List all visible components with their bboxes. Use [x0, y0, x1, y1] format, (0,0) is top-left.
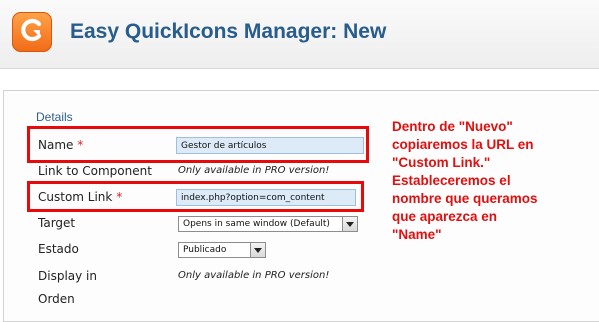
annotation-line: que aparezca en [392, 209, 498, 224]
annotation-line: copiaremos la URL en [392, 137, 534, 152]
estado-select[interactable]: Publicado [178, 242, 266, 258]
fieldset-legend: Details [36, 110, 73, 124]
annotation-line: Dentro de "Nuevo" [392, 119, 513, 134]
chevron-down-icon[interactable] [342, 217, 357, 231]
annotation-text: Dentro de "Nuevo" copiaremos la URL en "… [392, 118, 592, 244]
link-to-component-label: Link to Component [38, 164, 152, 178]
easy-quickicons-logo-icon [12, 12, 52, 52]
link-to-component-pro-note: Only available in PRO version! [178, 165, 330, 176]
chevron-down-icon[interactable] [250, 243, 265, 257]
target-select-value: Opens in same window (Default) [183, 219, 330, 229]
estado-select-value: Publicado [183, 245, 227, 255]
annotation-line: Estableceremos el [392, 173, 511, 188]
annotation-line: "Name" [392, 227, 442, 242]
display-in-pro-note: Only available in PRO version! [178, 270, 330, 281]
name-row-highlight [27, 126, 369, 163]
custom-link-row-highlight [27, 181, 364, 212]
target-select[interactable]: Opens in same window (Default) [178, 216, 358, 232]
display-in-label: Display in [38, 269, 97, 283]
page-title: Easy QuickIcons Manager: New [70, 20, 387, 43]
orden-label: Orden [38, 292, 75, 306]
target-label: Target [38, 216, 76, 230]
page-header: Easy QuickIcons Manager: New [0, 0, 599, 69]
estado-label: Estado [38, 242, 79, 256]
annotation-line: "Custom Link." [392, 155, 491, 170]
annotation-line: nombre que queramos [392, 191, 538, 206]
